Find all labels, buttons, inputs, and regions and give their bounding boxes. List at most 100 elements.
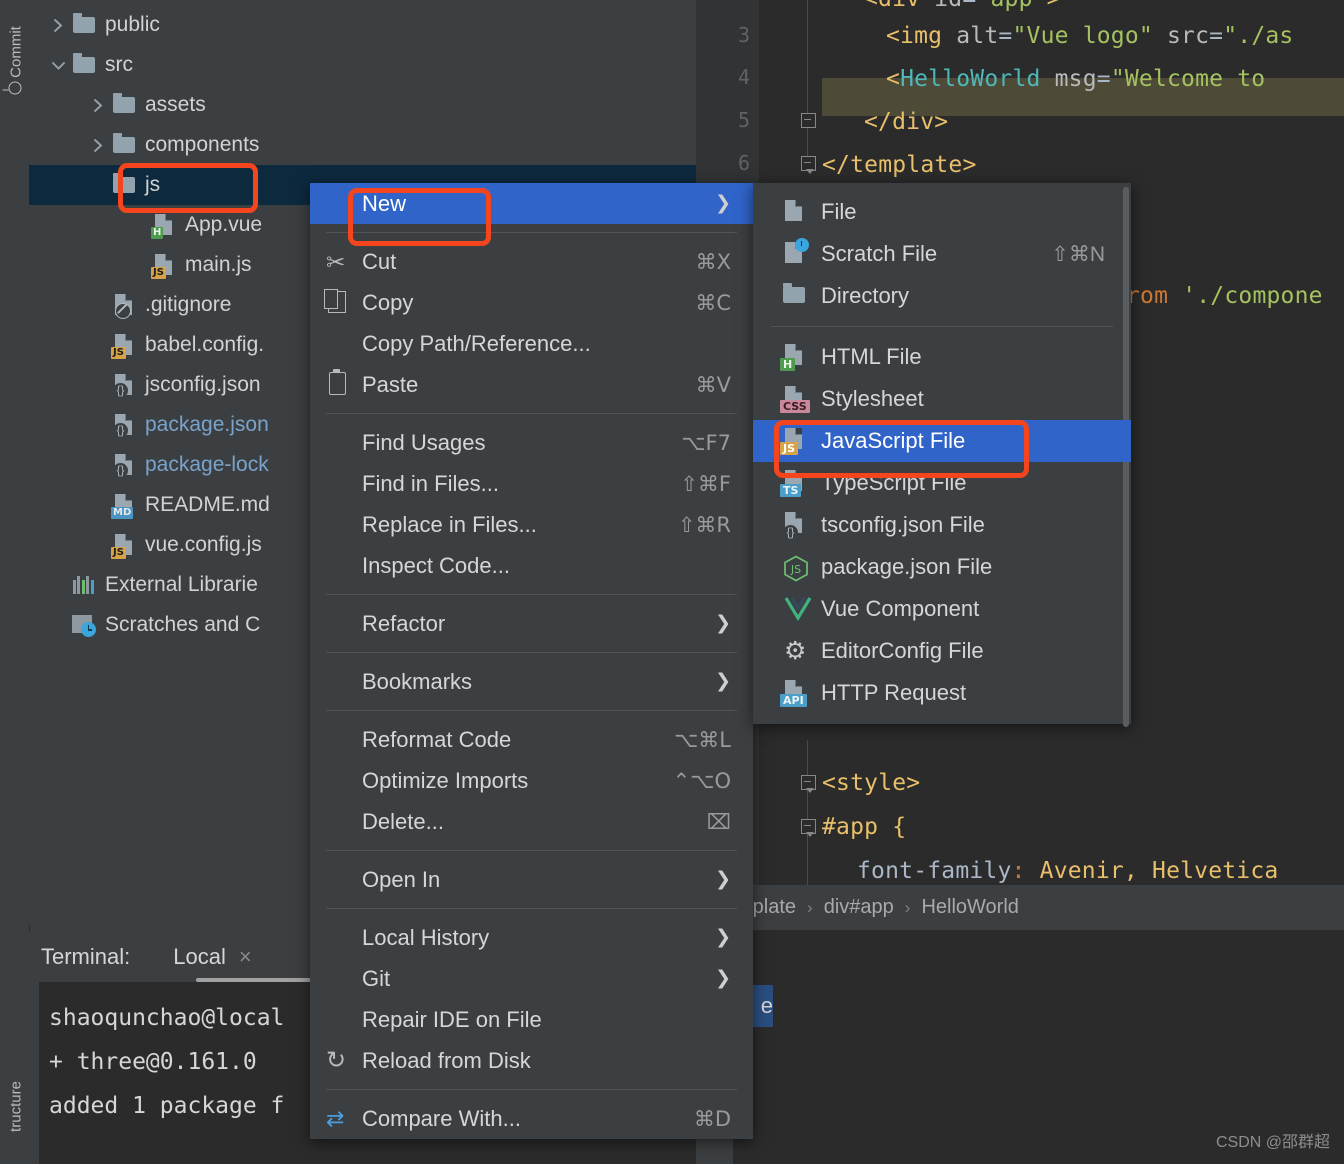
chevron-right-icon[interactable]	[87, 98, 109, 113]
menu-item-find-usages[interactable]: Find Usages ⌥F7	[310, 422, 753, 463]
submenu-item-stylesheet[interactable]: CSS Stylesheet	[753, 378, 1131, 420]
menu-item-optimize-imports[interactable]: Optimize Imports ⌃⌥O	[310, 760, 753, 801]
submenu-item-html-file[interactable]: H HTML File	[753, 336, 1131, 378]
fold-marker[interactable]	[801, 156, 816, 174]
submenu-item-editorconfig-file[interactable]: ⚙ EditorConfig File	[753, 630, 1131, 672]
context-menu[interactable]: New ❯ ✂ Cut ⌘X Copy ⌘C Copy Path/Reference... Pa…	[310, 183, 753, 1139]
menu-item-label: Delete...	[362, 808, 444, 834]
tree-item-src[interactable]: src	[29, 45, 696, 85]
terminal-title: Terminal:	[41, 944, 131, 969]
submenu-item-tsconfig-json-file[interactable]: {} tsconfig.json File	[753, 504, 1131, 546]
code-line: </div>	[864, 109, 949, 135]
code-line: <div id="app">	[864, 0, 1061, 12]
folder-icon	[109, 92, 137, 118]
directory-icon	[779, 282, 821, 310]
fold-marker[interactable]	[801, 775, 816, 793]
menu-item-paste[interactable]: Paste ⌘V	[310, 364, 753, 405]
submenu-item-http-request[interactable]: API HTTP Request	[753, 672, 1131, 714]
submenu-item-package-json-file[interactable]: JS package.json File	[753, 546, 1131, 588]
gitignore-file-icon	[109, 292, 137, 319]
submenu-item-scratch-file[interactable]: Scratch File ⇧⌘N	[753, 233, 1131, 275]
menu-item-label: Open In	[362, 866, 441, 892]
menu-icon-placeholder	[320, 964, 362, 994]
menu-separator	[326, 232, 737, 233]
menu-item-label: Find Usages	[362, 429, 486, 455]
fold-marker[interactable]	[801, 819, 816, 837]
submenu-item-label: Stylesheet	[821, 386, 924, 411]
menu-item-open-in[interactable]: Open In ❯	[310, 859, 753, 900]
menu-icon-placeholder	[320, 667, 362, 697]
submenu-item-label: HTTP Request	[821, 680, 967, 705]
new-submenu[interactable]: File Scratch File ⇧⌘N Directory H HTML File CS…	[753, 183, 1131, 727]
breadcrumb[interactable]: mplate › div#app › HelloWorld	[696, 885, 1344, 930]
menu-item-bookmarks[interactable]: Bookmarks ❯	[310, 661, 753, 702]
menu-item-shortcut: ⌥⌘L	[674, 727, 731, 752]
terminal-tab-local[interactable]: Local	[173, 944, 226, 970]
menu-icon-placeholder	[320, 865, 362, 895]
code-line: </template>	[822, 152, 977, 178]
html-file-icon: H	[779, 343, 821, 371]
chevron-right-icon: ›	[807, 897, 813, 917]
submenu-item-label: package.json File	[821, 554, 993, 579]
line-number: 6	[737, 151, 750, 175]
menu-item-cut[interactable]: ✂ Cut ⌘X	[310, 241, 753, 282]
menu-item-shortcut: ⌘V	[695, 372, 731, 397]
tree-item-label: jsconfig.json	[145, 373, 261, 396]
menu-item-inspect-code[interactable]: Inspect Code...	[310, 545, 753, 586]
menu-item-replace-in-files[interactable]: Replace in Files... ⇧⌘R	[310, 504, 753, 545]
tree-item-label: babel.config.	[145, 333, 265, 356]
submenu-item-shortcut: ⇧⌘N	[1051, 242, 1105, 266]
tree-item-assets[interactable]: assets	[29, 85, 696, 125]
scratch-file-icon	[779, 238, 821, 268]
selected-fragment[interactable]: e	[751, 985, 773, 1027]
menu-icon-placeholder	[320, 469, 362, 499]
submenu-item-vue-component[interactable]: Vue Component	[753, 588, 1131, 630]
tree-item-label: package.json	[145, 413, 269, 436]
tree-item-label: README.md	[145, 493, 270, 516]
menu-item-compare-with[interactable]: ⇄ Compare With... ⌘D	[310, 1098, 753, 1139]
tree-item-components[interactable]: components	[29, 125, 696, 165]
code-line: <style>	[822, 770, 921, 796]
submenu-item-label: Vue Component	[821, 596, 980, 621]
menu-item-local-history[interactable]: Local History ❯	[310, 917, 753, 958]
submenu-item-file[interactable]: File	[753, 191, 1131, 233]
external-libraries-icon	[69, 572, 97, 598]
breadcrumb-part[interactable]: HelloWorld	[921, 896, 1018, 919]
submenu-item-directory[interactable]: Directory	[753, 275, 1131, 317]
file-icon	[779, 198, 821, 226]
compare-icon: ⇄	[326, 1105, 345, 1131]
code-line: font-family: Avenir, Helvetica	[857, 858, 1279, 884]
menu-item-delete[interactable]: Delete... ⌧	[310, 801, 753, 842]
chevron-down-icon[interactable]	[47, 59, 69, 72]
menu-item-label: Local History	[362, 924, 490, 950]
menu-item-reformat-code[interactable]: Reformat Code ⌥⌘L	[310, 719, 753, 760]
rail-commit-label: Commit	[7, 26, 25, 78]
rail-item-commit[interactable]: Commit	[8, 20, 25, 102]
css-file-icon: CSS	[779, 385, 821, 413]
menu-item-new[interactable]: New ❯	[310, 183, 753, 224]
chevron-right-icon[interactable]	[47, 18, 69, 33]
tree-item-public[interactable]: public	[29, 5, 696, 45]
chevron-right-icon[interactable]	[87, 138, 109, 153]
tree-item-label: vue.config.js	[145, 533, 262, 556]
fold-marker[interactable]	[801, 113, 816, 128]
menu-item-copy[interactable]: Copy ⌘C	[310, 282, 753, 323]
menu-item-label: Cut	[362, 248, 397, 274]
menu-item-reload-from-disk[interactable]: ↻ Reload from Disk	[310, 1040, 753, 1081]
close-icon[interactable]: ×	[239, 944, 252, 970]
menu-item-find-in-files[interactable]: Find in Files... ⇧⌘F	[310, 463, 753, 504]
menu-separator	[326, 710, 737, 711]
scratches-icon	[69, 612, 97, 638]
rail-structure-label: tructure	[7, 1081, 25, 1132]
menu-item-repair-ide-on-file[interactable]: Repair IDE on File	[310, 999, 753, 1040]
line-number: 3	[737, 23, 750, 47]
menu-separator	[326, 413, 737, 414]
submenu-item-javascript-file[interactable]: JS JavaScript File	[753, 420, 1131, 462]
menu-item-copy-path-reference[interactable]: Copy Path/Reference...	[310, 323, 753, 364]
submenu-item-typescript-file[interactable]: TS TypeScript File	[753, 462, 1131, 504]
menu-item-git[interactable]: Git ❯	[310, 958, 753, 999]
menu-item-refactor[interactable]: Refactor ❯	[310, 603, 753, 644]
rail-item-structure[interactable]: tructure	[8, 1065, 25, 1149]
breadcrumb-part[interactable]: div#app	[824, 896, 894, 919]
gear-icon: ⚙	[784, 637, 807, 665]
